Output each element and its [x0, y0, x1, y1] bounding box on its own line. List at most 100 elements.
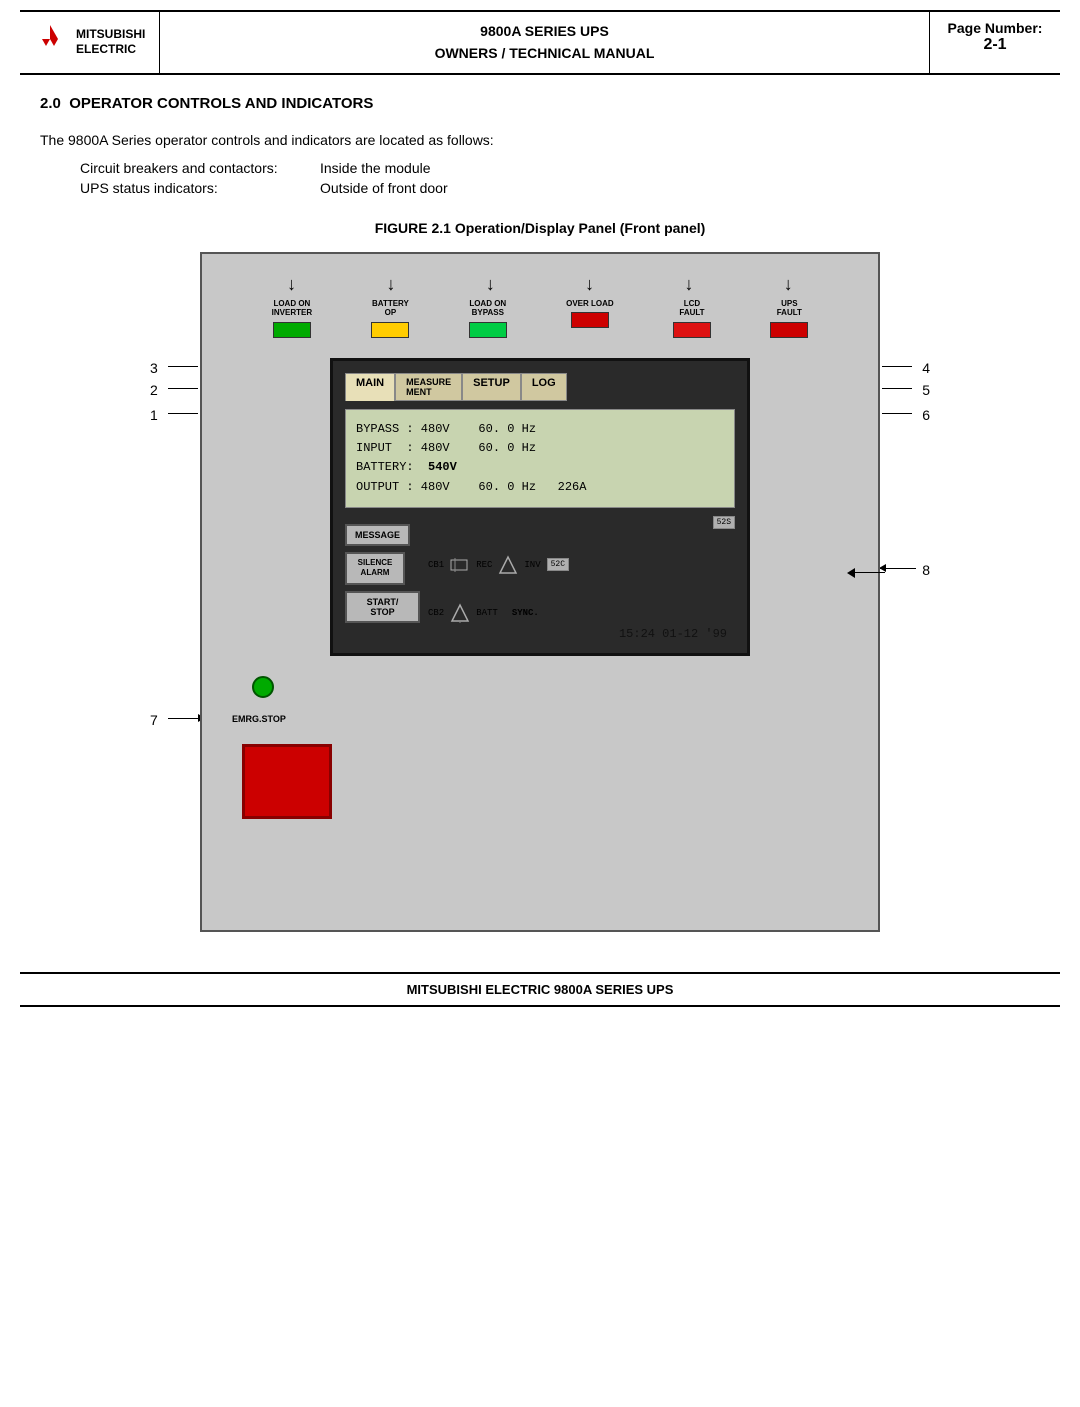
marker-7: 7 — [150, 712, 158, 728]
indicator-light-5 — [673, 322, 711, 338]
indicator-light-4 — [571, 312, 609, 328]
indicator-label-4: OVER LOAD — [566, 299, 614, 309]
indicator-label-5: LCDFAULT — [679, 299, 704, 318]
start-stop-btn-row: START/STOP — [345, 591, 420, 623]
green-indicator-button[interactable] — [252, 676, 274, 698]
tab-log[interactable]: LOG — [521, 373, 567, 401]
circuit-rec-symbol — [450, 557, 470, 573]
manual-title-block: 9800A SERIES UPS OWNERS / TECHNICAL MANU… — [160, 12, 930, 73]
circuit-label-52c: 52C — [547, 558, 569, 571]
lcd-tabs: MAIN MEASUREMENT SETUP LOG — [345, 373, 735, 401]
arrow-line-8 — [880, 568, 916, 569]
content-area: 2.0 OPERATOR CONTROLS AND INDICATORS The… — [0, 75, 1080, 952]
message-button[interactable]: MESSAGE — [345, 524, 410, 546]
emrg-stop-label: EMRG.STOP — [232, 714, 858, 724]
indicator-light-3 — [469, 322, 507, 338]
top-arrows: ↓ ↓ ↓ ↓ ↓ ↓ — [222, 274, 858, 295]
arrow-line-2 — [168, 388, 198, 389]
arrow-line-6 — [882, 413, 912, 414]
indicator-lcd-fault: LCDFAULT — [673, 299, 711, 338]
info-row-1: Circuit breakers and contactors: Inside … — [80, 160, 1040, 176]
circuit-sync-label: SYNC. — [512, 608, 539, 618]
panel-diagram: 3 2 1 7 4 5 6 8 ↓ ↓ ↓ — [150, 252, 930, 932]
tab-setup[interactable]: SETUP — [462, 373, 521, 401]
lcd-buttons: MESSAGE SILENCEALARM START/STOP — [345, 524, 420, 623]
emrg-stop-button[interactable] — [242, 744, 332, 819]
indicator-load-on-bypass: LOAD ONBYPASS — [469, 299, 507, 338]
indicator-load-on-inverter: LOAD ONINVERTER — [272, 299, 312, 338]
circuit-batt-symbol — [450, 603, 470, 623]
manual-title: 9800A SERIES UPS — [168, 20, 921, 42]
lcd-bottom-area: MESSAGE SILENCEALARM START/STOP 5 — [345, 516, 735, 623]
arrow-to-8 — [847, 568, 885, 578]
info-label-1: Circuit breakers and contactors: — [80, 160, 320, 176]
intro-text: The 9800A Series operator controls and i… — [40, 132, 1040, 148]
tab-measurement[interactable]: MEASUREMENT — [395, 373, 462, 401]
marker-5: 5 — [922, 382, 930, 398]
circuit-batt-label: BATT — [476, 608, 498, 618]
circuit-row-middle: CB1 REC INV 52C — [428, 555, 735, 575]
footer-text: MITSUBISHI ELECTRIC 9800A SERIES UPS — [407, 982, 674, 997]
company-name: MITSUBISHI ELECTRIC — [76, 27, 145, 58]
lcd-timestamp: 15:24 01-12 '99 — [345, 627, 735, 641]
silence-alarm-button[interactable]: SILENCEALARM — [345, 552, 405, 585]
circuit-rec-label: REC — [476, 560, 492, 570]
indicator-label-6: UPSFAULT — [777, 299, 802, 318]
indicator-label-3: LOAD ONBYPASS — [469, 299, 506, 318]
marker-6: 6 — [922, 407, 930, 423]
green-indicator-row — [252, 676, 858, 698]
header: MITSUBISHI ELECTRIC 9800A SERIES UPS OWN… — [20, 10, 1060, 75]
info-label-2: UPS status indicators: — [80, 180, 320, 196]
page-number: 2-1 — [946, 36, 1044, 54]
indicator-light-1 — [273, 322, 311, 338]
circuit-row-52s: 52S — [428, 516, 735, 529]
indicator-light-2 — [371, 322, 409, 338]
page-label: Page Number: — [946, 20, 1044, 36]
lcd-line-bypass: BYPASS : 480V 60. 0 Hz — [356, 420, 724, 439]
marker-8: 8 — [922, 562, 930, 578]
info-value-1: Inside the module — [320, 160, 431, 176]
emrg-stop-area: EMRG.STOP — [222, 714, 858, 819]
tab-main[interactable]: MAIN — [345, 373, 395, 401]
indicator-label-2: BATTERYOP — [372, 299, 409, 318]
circuit-row-bottom: CB2 BATT SYNC. — [428, 603, 735, 623]
circuit-inv-symbol — [498, 555, 518, 575]
mitsubishi-logo-icon — [32, 23, 68, 59]
indicator-over-load: OVER LOAD — [566, 299, 614, 338]
circuit-cb2-label: CB2 — [428, 608, 444, 618]
manual-subtitle: OWNERS / TECHNICAL MANUAL — [168, 42, 921, 64]
lcd-screen: MAIN MEASUREMENT SETUP LOG BYPASS : 480V… — [330, 358, 750, 656]
circuit-label-52s: 52S — [713, 516, 735, 529]
indicator-label-1: LOAD ONINVERTER — [272, 299, 312, 318]
footer: MITSUBISHI ELECTRIC 9800A SERIES UPS — [20, 972, 1060, 1007]
indicator-battery-op: BATTERYOP — [371, 299, 409, 338]
info-row-2: UPS status indicators: Outside of front … — [80, 180, 1040, 196]
marker-3: 3 — [150, 360, 158, 376]
lcd-line-output: OUTPUT : 480V 60. 0 Hz 226A — [356, 478, 724, 497]
lcd-display: BYPASS : 480V 60. 0 Hz INPUT : 480V 60. … — [345, 409, 735, 508]
silence-btn-row: SILENCEALARM — [345, 552, 420, 585]
arrow-line-1 — [168, 413, 198, 414]
panel-box: ↓ ↓ ↓ ↓ ↓ ↓ LOAD ONINVERTER BATTERYOP LO… — [200, 252, 880, 932]
company-logo: MITSUBISHI ELECTRIC — [20, 12, 160, 73]
circuit-inv-label: INV — [524, 560, 540, 570]
arrow-line-4 — [882, 366, 912, 367]
circuit-symbols-area: 52S CB1 REC — [428, 516, 735, 623]
marker-2: 2 — [150, 382, 158, 398]
arrow-line-3 — [168, 366, 198, 367]
indicator-row: LOAD ONINVERTER BATTERYOP LOAD ONBYPASS … — [222, 299, 858, 338]
circuit-cb1-label: CB1 — [428, 560, 444, 570]
marker-1: 1 — [150, 407, 158, 423]
indicator-light-6 — [770, 322, 808, 338]
page-number-block: Page Number: 2-1 — [930, 12, 1060, 73]
info-table: Circuit breakers and contactors: Inside … — [80, 160, 1040, 196]
info-value-2: Outside of front door — [320, 180, 448, 196]
lcd-line-input: INPUT : 480V 60. 0 Hz — [356, 439, 724, 458]
indicator-ups-fault: UPSFAULT — [770, 299, 808, 338]
marker-4: 4 — [922, 360, 930, 376]
section-title: 2.0 OPERATOR CONTROLS AND INDICATORS — [40, 95, 1040, 112]
arrow-line-7 — [168, 718, 204, 719]
figure-caption: FIGURE 2.1 Operation/Display Panel (Fron… — [40, 220, 1040, 236]
start-stop-button[interactable]: START/STOP — [345, 591, 420, 623]
lcd-line-battery: BATTERY: 540V — [356, 458, 724, 477]
